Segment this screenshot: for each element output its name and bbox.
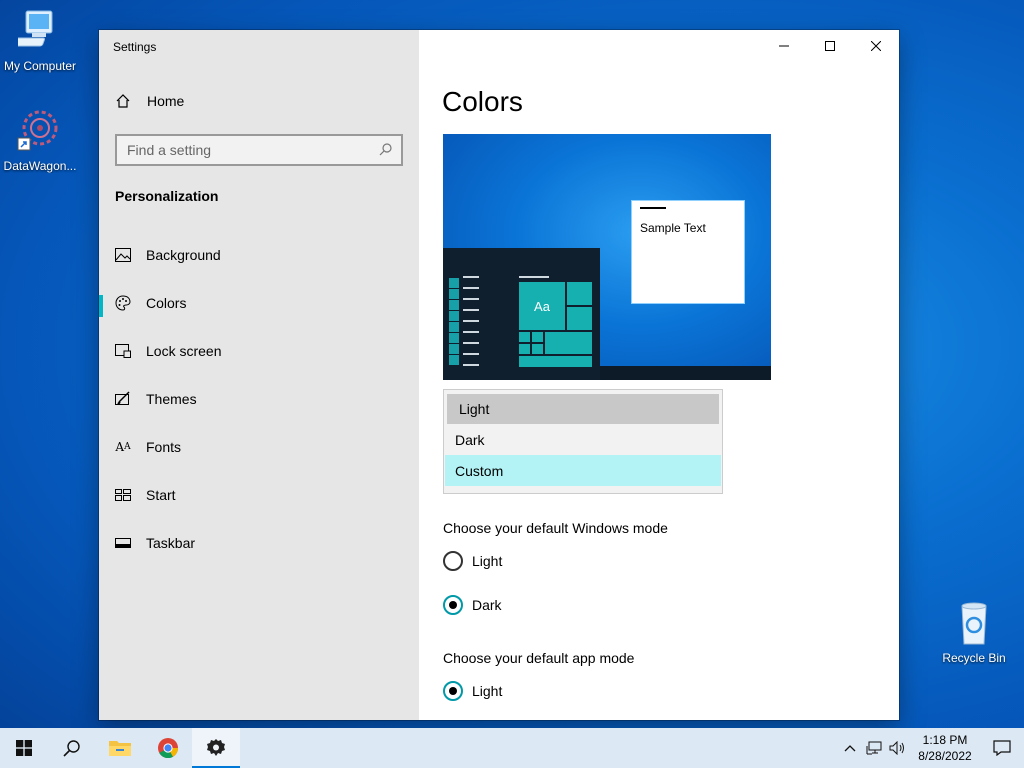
sidebar-item-label: Start	[146, 487, 176, 503]
start-button[interactable]	[0, 728, 48, 768]
notification-icon	[993, 740, 1011, 756]
computer-icon	[8, 10, 53, 47]
dropdown-option-custom[interactable]: Custom	[445, 455, 721, 486]
network-icon	[866, 741, 882, 755]
app-mode-light-radio[interactable]: Light	[443, 681, 502, 701]
dropdown-option-dark[interactable]: Dark	[445, 424, 721, 455]
home-icon	[115, 93, 131, 109]
nav-list: Background Colors Lock screen Themes A A…	[99, 231, 419, 567]
desktop-icon-my-computer[interactable]: My Computer	[0, 8, 80, 73]
gear-icon	[207, 739, 225, 756]
sidebar-item-label: Themes	[146, 391, 197, 407]
app-mode-label: Choose your default app mode	[443, 650, 635, 666]
sidebar-item-colors[interactable]: Colors	[99, 279, 419, 327]
minimize-icon	[779, 45, 789, 47]
close-button[interactable]	[853, 30, 899, 62]
maximize-icon	[825, 41, 835, 51]
preview-tile-text: Aa	[518, 281, 566, 331]
clock-date: 8/28/2022	[918, 749, 972, 763]
color-mode-dropdown[interactable]: Light Dark Custom	[443, 389, 723, 494]
window-title: Settings	[113, 40, 157, 54]
start-icon	[115, 487, 131, 503]
system-tray: 1:18 PM 8/28/2022	[838, 728, 1024, 768]
radio-circle-selected	[443, 595, 463, 615]
file-explorer-button[interactable]	[96, 728, 144, 768]
windows-mode-label: Choose your default Windows mode	[443, 520, 668, 536]
sidebar-item-lock-screen[interactable]: Lock screen	[99, 327, 419, 375]
clock[interactable]: 1:18 PM 8/28/2022	[910, 732, 980, 764]
sidebar-item-label: Colors	[146, 295, 187, 311]
sidebar-item-label: Lock screen	[146, 343, 222, 359]
preview-taskbar	[600, 366, 771, 380]
sidebar-item-label: Taskbar	[146, 535, 196, 551]
themes-icon	[115, 391, 131, 407]
search-icon	[63, 740, 80, 757]
sidebar-item-label: Background	[146, 247, 221, 263]
chrome-button[interactable]	[144, 728, 192, 768]
main-content: Colors Sample Text Aa Light Dark Custom …	[419, 30, 899, 720]
radio-label: Dark	[472, 597, 502, 613]
desktop-icon-datawagon[interactable]: DataWagon...	[0, 104, 80, 173]
picture-icon	[115, 247, 131, 263]
radio-circle	[443, 551, 463, 571]
desktop-icon-label: Recycle Bin	[942, 651, 1006, 665]
chevron-up-icon	[844, 745, 856, 752]
home-label: Home	[147, 93, 185, 109]
taskbar-icon	[115, 535, 131, 551]
home-nav-item[interactable]: Home	[115, 93, 184, 109]
window-controls	[761, 30, 899, 62]
palette-icon	[115, 295, 131, 311]
sidebar-item-label: Fonts	[146, 439, 182, 455]
color-preview: Sample Text Aa	[443, 134, 771, 380]
search-input[interactable]: Find a setting	[115, 134, 403, 166]
settings-window: Settings Home Find a setting Personaliza…	[99, 30, 899, 720]
taskbar: 1:18 PM 8/28/2022	[0, 728, 1024, 768]
folder-icon	[109, 741, 131, 756]
fonts-icon: AA	[115, 440, 131, 454]
minimize-button[interactable]	[761, 30, 807, 62]
clock-time: 1:18 PM	[922, 733, 968, 747]
page-title: Colors	[442, 86, 523, 117]
settings-taskbar-button[interactable]	[192, 728, 240, 768]
sidebar: Settings Home Find a setting Personaliza…	[99, 30, 419, 720]
recycle-bin-icon	[961, 602, 987, 645]
action-center-button[interactable]	[980, 728, 1024, 768]
speaker-icon	[889, 741, 904, 755]
sidebar-item-taskbar[interactable]: Taskbar	[99, 519, 419, 567]
show-hidden-icons-button[interactable]	[838, 728, 862, 768]
radio-circle-selected	[443, 681, 463, 701]
desktop-icon-label: DataWagon...	[3, 159, 77, 173]
lock-screen-icon	[115, 343, 131, 359]
sidebar-item-background[interactable]: Background	[99, 231, 419, 279]
desktop-icon-label: My Computer	[3, 59, 77, 73]
sidebar-item-themes[interactable]: Themes	[99, 375, 419, 423]
sidebar-item-fonts[interactable]: AA Fonts	[99, 423, 419, 471]
search-icon	[379, 142, 393, 159]
radio-label: Light	[472, 553, 503, 569]
volume-button[interactable]	[886, 728, 910, 768]
windows-logo-icon	[16, 740, 32, 756]
search-placeholder: Find a setting	[127, 142, 212, 158]
sidebar-item-start[interactable]: Start	[99, 471, 419, 519]
network-button[interactable]	[862, 728, 886, 768]
maximize-button[interactable]	[807, 30, 853, 62]
preview-start-menu: Aa	[443, 248, 600, 380]
section-title: Personalization	[115, 188, 219, 204]
windows-mode-light-radio[interactable]: Light	[443, 551, 502, 571]
datawagon-icon	[17, 110, 58, 151]
radio-label: Light	[472, 683, 503, 699]
dropdown-option-light[interactable]: Light	[447, 394, 719, 424]
windows-mode-dark-radio[interactable]: Dark	[443, 595, 502, 615]
search-button[interactable]	[48, 728, 96, 768]
close-icon	[871, 41, 881, 51]
chrome-icon	[158, 738, 179, 759]
preview-sample-text: Sample Text	[640, 221, 706, 235]
desktop-icon-recycle-bin[interactable]: Recycle Bin	[934, 600, 1014, 665]
preview-window: Sample Text	[631, 200, 745, 304]
